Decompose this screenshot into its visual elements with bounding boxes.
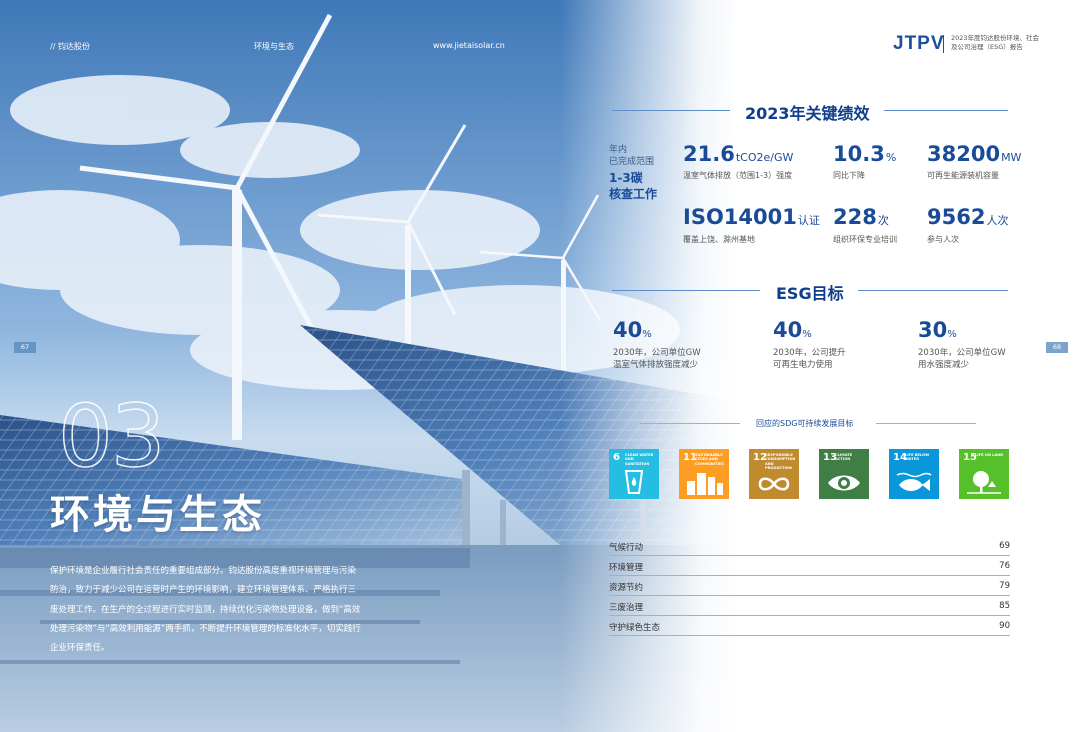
page-number-left: 67	[14, 342, 36, 353]
toc-item[interactable]: 环境管理 76	[609, 561, 1010, 576]
logo-divider	[943, 35, 944, 53]
city-icon	[687, 473, 723, 495]
toc-item[interactable]: 守护绿色生态 90	[609, 621, 1010, 636]
kpi-side-line2: 已完成范围	[609, 157, 655, 167]
page-number-right: 68	[1046, 342, 1068, 353]
brand-name: // 钧达股份	[50, 42, 90, 51]
water-glass-icon	[624, 470, 644, 494]
toc-item[interactable]: 气候行动 69	[609, 541, 1010, 556]
goal-label: 2030年，公司单位GW 用水强度减少	[918, 348, 1006, 370]
toc-item[interactable]: 三废治理 85	[609, 601, 1010, 616]
kpi-value: 21.6tCO2e/GW	[683, 142, 794, 166]
report-title: 2023年度钧达股份环境、社会及公司治理（ESG）报告	[951, 34, 1040, 51]
divider-line	[612, 290, 760, 291]
kpi-value: 228次	[833, 205, 889, 229]
toc-item[interactable]: 资源节约 79	[609, 581, 1010, 596]
kpi-section-title: 2023年关键绩效	[745, 104, 870, 123]
kpi-side-line1: 年内	[609, 145, 628, 155]
goal-value: 30%	[918, 318, 957, 342]
kpi-label: 可再生能源装机容量	[927, 171, 999, 180]
chapter-number: 03	[57, 387, 166, 487]
divider-line	[858, 290, 1008, 291]
section-name: 环境与生态	[254, 42, 294, 51]
esg-section-title: ESG目标	[776, 284, 844, 303]
kpi-label: 温室气体排放（范围1-3）强度	[683, 171, 793, 180]
sdg-13-tile: 13 CLIMATE ACTION	[819, 449, 869, 499]
kpi-label: 参与人次	[927, 235, 959, 244]
fish-icon	[896, 472, 932, 491]
goal-value: 40%	[613, 318, 652, 342]
chapter-title: 环境与生态	[50, 492, 265, 538]
sdg-14-tile: 14 LIFE BELOW WATER	[889, 449, 939, 499]
kpi-label: 组织环保专业培训	[833, 235, 897, 244]
divider-line	[884, 110, 1008, 111]
kpi-side-strong2: 核查工作	[609, 187, 658, 201]
divider-line	[876, 423, 976, 424]
sdg-section-title: 回应的SDG可持续发展目标	[756, 419, 854, 428]
goal-label: 2030年，公司单位GW 温室气体排放强度减少	[613, 348, 701, 370]
sdg-12-tile: 12 RESPONSIBLE CONSUMPTION AND PRODUCTION	[749, 449, 799, 499]
divider-line	[612, 110, 730, 111]
kpi-side-strong1: 1-3碳	[609, 171, 643, 185]
company-logo: JTPV	[893, 33, 945, 54]
sdg-11-tile: 11 SUSTAINABLE CITIES AND COMMUNITIES	[679, 449, 729, 499]
sdg-6-tile: 6 CLEAN WATER AND SANITATION	[609, 449, 659, 499]
kpi-value: 9562人次	[927, 205, 1009, 229]
sdg-15-tile: 15 LIFE ON LAND	[959, 449, 1009, 499]
divider-line	[640, 423, 740, 424]
kpi-label: 同比下降	[833, 171, 865, 180]
tree-icon	[967, 471, 1001, 494]
kpi-value: 38200MW	[927, 142, 1022, 166]
kpi-value: ISO14001认证	[683, 205, 820, 229]
chapter-intro: 保护环境是企业履行社会责任的重要组成部分。钧达股份高度重视环境管理与污染防治，致…	[50, 566, 361, 654]
eye-earth-icon	[828, 475, 860, 491]
infinity-icon	[758, 477, 790, 491]
website-link[interactable]: www.jietaisolar.cn	[433, 41, 505, 50]
kpi-value: 10.3%	[833, 142, 897, 166]
goal-value: 40%	[773, 318, 812, 342]
kpi-label: 覆盖上饶、滁州基地	[683, 235, 755, 244]
goal-label: 2030年，公司提升 可再生电力使用	[773, 348, 846, 370]
